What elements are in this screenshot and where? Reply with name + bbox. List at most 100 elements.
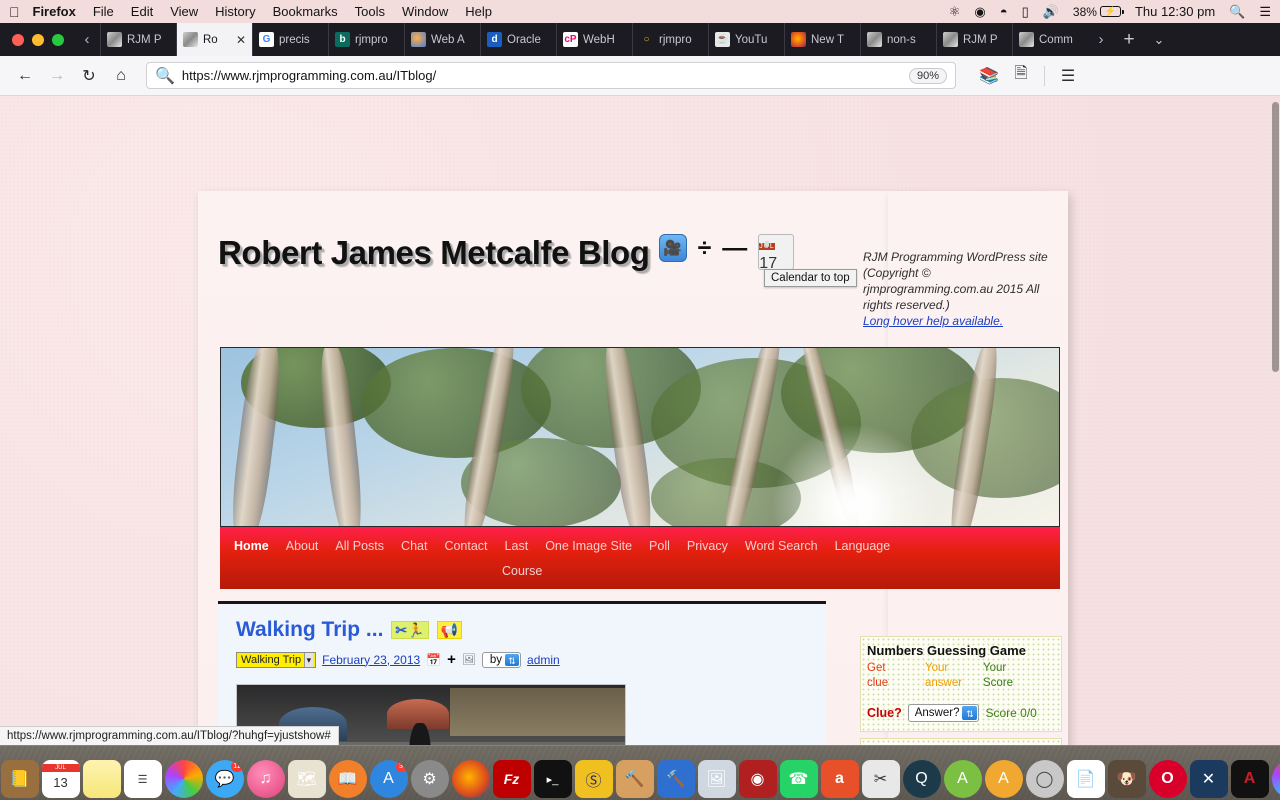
nav-item-contact[interactable]: Contact (444, 539, 487, 553)
tab-rjmpro-bing[interactable]: b rjmpro (328, 23, 404, 56)
video-camera-icon[interactable]: 🎥 (658, 234, 687, 262)
dock-icon-red-app[interactable]: ◉ (738, 760, 777, 798)
post-date[interactable]: February 23, 2013 (322, 653, 420, 667)
dock-icon-photos[interactable] (164, 760, 203, 798)
menu-item-bookmarks[interactable]: Bookmarks (273, 4, 338, 19)
scrollbar-thumb[interactable] (1272, 102, 1279, 372)
category-select[interactable]: Walking Trip (236, 651, 317, 668)
new-tab-button[interactable]: + (1114, 23, 1144, 56)
back-button[interactable]: ← (10, 61, 40, 91)
menu-item-help[interactable]: Help (465, 4, 492, 19)
nav-item-poll[interactable]: Poll (649, 539, 670, 553)
dash-icon[interactable]: — (722, 234, 747, 262)
dock-icon-reminders[interactable]: ☰ (123, 760, 162, 798)
zoom-window-button[interactable] (52, 33, 64, 46)
plus-icon[interactable]: + (447, 651, 456, 668)
dock-icon-whatsapp[interactable]: ☎ (779, 760, 818, 798)
chevron-down-icon[interactable]: ⌄ (1144, 23, 1174, 56)
menu-bar-clock[interactable]: Thu 12:30 pm (1135, 4, 1215, 19)
dock-icon-vs-code[interactable]: ✕ (1189, 760, 1228, 798)
tab-webhost[interactable]: cP WebH (556, 23, 632, 56)
by-select[interactable]: by (481, 651, 522, 668)
dock-icon-terminal[interactable]: ▸_ (533, 760, 572, 798)
nav-item-language[interactable]: Language (835, 539, 891, 553)
tab-rjm-p-2[interactable]: RJM P (936, 23, 1012, 56)
nav-item-course[interactable]: Course (502, 564, 542, 578)
hamburger-menu-icon[interactable]: ☰ (1053, 61, 1083, 91)
search-icon[interactable]: 🔍 (1229, 4, 1245, 20)
nav-item-home[interactable]: Home (234, 539, 269, 553)
dock-icon-messages[interactable]: 💬 11 (205, 760, 244, 798)
dock-icon-firefox[interactable] (451, 760, 490, 798)
wifi-icon[interactable]: ◓ (1000, 4, 1008, 19)
post-author-link[interactable]: admin (527, 653, 560, 667)
close-icon[interactable]: ✕ (236, 33, 246, 47)
nav-item-chat[interactable]: Chat (401, 539, 427, 553)
tab-youtube[interactable]: ☕ YouTu (708, 23, 784, 56)
dock-icon-hammer-tool[interactable]: 🔨 (615, 760, 654, 798)
dock-icon-filezilla[interactable]: Fz (492, 760, 531, 798)
dock-icon-bubble-app[interactable]: ◯ (1025, 760, 1064, 798)
dock-icon-xcode[interactable]: 🔨 (656, 760, 695, 798)
dock-icon-coda[interactable]: Ⓢ (574, 760, 613, 798)
tab-rjm-p-1[interactable]: RJM P (100, 23, 176, 56)
minimize-window-button[interactable] (32, 33, 44, 46)
page-scrollbar[interactable] (1271, 96, 1280, 745)
running-emoji-icon[interactable]: ✂🏃 (391, 621, 429, 639)
tab-precis[interactable]: G precis (252, 23, 328, 56)
dock-icon-android-sdk[interactable]: A (984, 760, 1023, 798)
menu-item-tools[interactable]: Tools (355, 4, 385, 19)
nav-item-privacy[interactable]: Privacy (687, 539, 728, 553)
tab-comm[interactable]: Comm (1012, 23, 1088, 56)
dock-icon-ibooks[interactable]: 📖 (328, 760, 367, 798)
post-title[interactable]: Walking Trip ... ✂🏃 📢 (236, 618, 810, 642)
dropbox-icon[interactable]: ⚛ (949, 4, 961, 20)
airplay-icon[interactable]: ▯ (1022, 4, 1029, 20)
tab-new-tab[interactable]: New T (784, 23, 860, 56)
nav-item-one-image-site[interactable]: One Image Site (545, 539, 632, 553)
nav-item-all-posts[interactable]: All Posts (335, 539, 384, 553)
dock-icon-opera[interactable]: O (1148, 760, 1187, 798)
calendar-icon[interactable]: 📅 (426, 653, 441, 667)
nav-item-last[interactable]: Last (505, 539, 529, 553)
dock-icon-system-preferences[interactable]: ⚙ (410, 760, 449, 798)
menu-item-view[interactable]: View (170, 4, 198, 19)
url-bar[interactable]: 🔍 https://www.rjmprogramming.com.au/ITbl… (146, 62, 956, 89)
volume-icon[interactable]: 🔊 (1043, 4, 1059, 20)
list-icon[interactable]: ☰ (1259, 4, 1271, 20)
menu-item-edit[interactable]: Edit (131, 4, 153, 19)
tab-scroll-right-button[interactable]: › (1088, 23, 1114, 56)
reload-button[interactable]: ↻ (74, 61, 104, 91)
calendar-icon[interactable]: JUL 17 (758, 234, 795, 270)
dock-icon-app-store[interactable]: A3 (369, 760, 408, 798)
dock-icon-notes[interactable] (82, 760, 121, 798)
tab-robert-james-metcalfe-blog[interactable]: Ro ✕ (176, 23, 252, 56)
home-button[interactable]: ⌂ (106, 61, 136, 91)
dock-icon-android-studio[interactable]: A (943, 760, 982, 798)
dock-icon-acrobat[interactable]: A (1230, 760, 1269, 798)
divide-icon[interactable]: ÷ (698, 234, 712, 262)
dock-icon-calendar[interactable]: JUL 13 (41, 760, 80, 798)
dock-icon-maps[interactable]: 🗺 (287, 760, 326, 798)
menu-item-file[interactable]: File (93, 4, 114, 19)
tab-scroll-left-button[interactable]: ‹ (74, 23, 100, 56)
dock-icon-textedit[interactable]: 📄 (1066, 760, 1105, 798)
menu-item-history[interactable]: History (215, 4, 255, 19)
dock-icon-contacts[interactable]: 📒 (0, 760, 39, 798)
url-text[interactable]: https://www.rjmprogramming.com.au/ITblog… (182, 68, 902, 83)
forward-button[interactable]: → (42, 61, 72, 91)
apple-menu-icon[interactable]:  (9, 5, 20, 19)
tab-web-a[interactable]: Web A (404, 23, 480, 56)
dock-icon-scissors-app[interactable]: ✂ (861, 760, 900, 798)
dock-icon-audacity[interactable]: a (820, 760, 859, 798)
library-icon[interactable]: 📚 (974, 61, 1004, 91)
menu-item-firefox[interactable]: Firefox (33, 4, 76, 19)
megaphone-emoji-icon[interactable]: 📢 (436, 621, 463, 639)
long-hover-help-link[interactable]: Long hover help available. (863, 314, 1003, 328)
dock-icon-color-app[interactable] (1271, 760, 1280, 798)
tab-rjmpro-ring[interactable]: ○ rjmpro (632, 23, 708, 56)
nav-item-about[interactable]: About (286, 539, 319, 553)
dock-icon-itunes[interactable]: ♫ (246, 760, 285, 798)
dock-icon-gimp[interactable]: 🐶 (1107, 760, 1146, 798)
tab-oracle[interactable]: d Oracle (480, 23, 556, 56)
